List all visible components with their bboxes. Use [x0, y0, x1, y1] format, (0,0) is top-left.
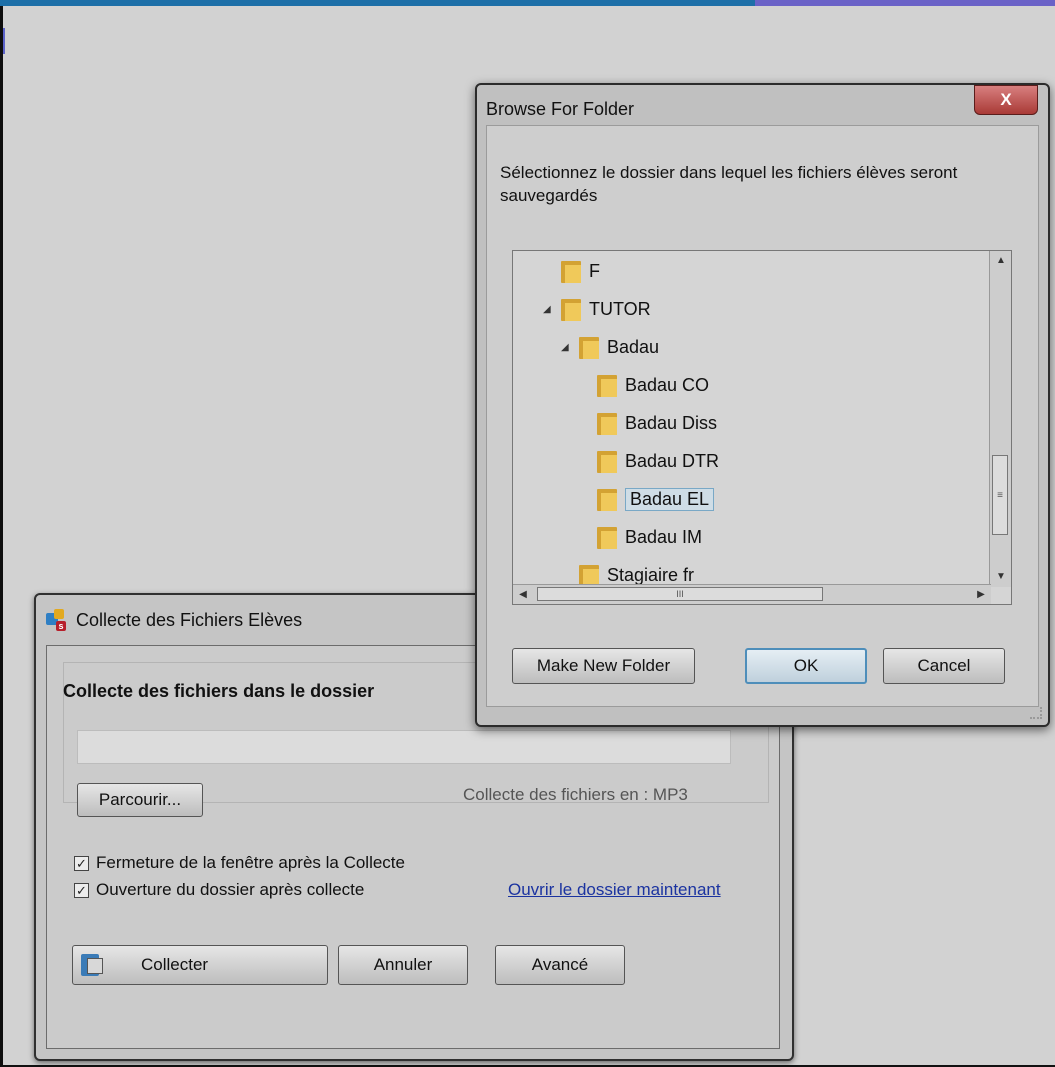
folder-icon — [561, 259, 581, 283]
collect-icon — [79, 952, 105, 978]
app-icon: s — [46, 609, 68, 631]
collecter-button[interactable]: Collecter — [72, 945, 328, 985]
tree-item-label: Badau — [607, 336, 660, 357]
checkbox-icon[interactable]: ✓ — [74, 855, 89, 871]
open-folder-now-link[interactable]: Ouvrir le dossier maintenant — [508, 880, 721, 900]
format-label: Collecte des fichiers en : MP3 — [463, 785, 688, 804]
parcourir-button[interactable]: Parcourir... — [77, 783, 203, 817]
close-after-option[interactable]: ✓ Fermeture de la fenêtre après la Colle… — [74, 853, 405, 873]
tree-item-label: Badau Diss — [625, 412, 718, 433]
hscroll-thumb[interactable]: III — [537, 587, 823, 601]
checkbox-icon[interactable]: ✓ — [74, 882, 89, 898]
tree-item-label: TUTOR — [589, 298, 651, 319]
tree-item-tutor[interactable]: ◢ TUTOR — [543, 297, 651, 321]
tree-item-label: F — [589, 260, 600, 281]
scroll-up-icon[interactable]: ▲ — [990, 251, 1011, 271]
tree-item-label: Badau EL — [625, 487, 715, 511]
collecte-titlebar: s Collecte des Fichiers Elèves — [46, 605, 302, 635]
expand-arrow-icon[interactable]: ◢ — [543, 304, 553, 315]
tree-item-badau-dtr[interactable]: Badau DTR — [579, 449, 719, 473]
browse-for-folder-dialog: Browse For Folder X Sélectionnez le doss… — [475, 83, 1050, 727]
open-folder-option[interactable]: ✓ Ouverture du dossier après collecte — [74, 880, 364, 900]
tree-item-label: Badau IM — [625, 526, 703, 547]
tree-item-badau-diss[interactable]: Badau Diss — [579, 411, 717, 435]
horizontal-scrollbar[interactable]: ◀ III ▶ — [513, 584, 991, 604]
tree-item-f[interactable]: F — [543, 259, 600, 283]
open-folder-label: Ouverture du dossier après collecte — [96, 880, 365, 899]
folder-icon — [597, 411, 617, 435]
tree-item-badau-im[interactable]: Badau IM — [579, 525, 702, 549]
expand-arrow-icon[interactable]: ◢ — [561, 342, 571, 353]
tree-item-label: Badau CO — [625, 374, 710, 395]
collecte-window-title: Collecte des Fichiers Elèves — [76, 609, 303, 630]
folder-tree[interactable]: F ◢ TUTOR ◢ Badau Badau CO Badau Diss Ba… — [512, 250, 1012, 605]
tree-item-label: Stagiaire fr — [607, 564, 695, 585]
dialog-description: Sélectionnez le dossier dans lequel les … — [500, 163, 958, 205]
dialog-title: Browse For Folder — [486, 99, 635, 119]
tree-item-badau-el[interactable]: Badau EL — [579, 487, 715, 511]
tree-item-label: Badau DTR — [625, 450, 720, 471]
scroll-left-icon[interactable]: ◀ — [513, 585, 533, 604]
resize-grip[interactable] — [1030, 707, 1042, 719]
folder-path-input[interactable] — [77, 730, 731, 764]
avance-button[interactable]: Avancé — [495, 945, 625, 985]
scroll-right-icon[interactable]: ▶ — [971, 585, 991, 604]
tree-item-badau[interactable]: ◢ Badau — [561, 335, 659, 359]
close-after-label: Fermeture de la fenêtre après la Collect… — [96, 853, 405, 872]
ok-button[interactable]: OK — [745, 648, 867, 684]
make-new-folder-button[interactable]: Make New Folder — [512, 648, 695, 684]
scroll-thumb[interactable]: ≡ — [992, 455, 1008, 535]
vertical-scrollbar[interactable]: ▲ ≡ ▼ — [989, 251, 1011, 587]
folder-icon — [579, 335, 599, 359]
folder-icon — [597, 525, 617, 549]
scroll-down-icon[interactable]: ▼ — [990, 567, 1011, 587]
folder-icon — [597, 487, 617, 511]
collecter-label: Collecter — [141, 955, 209, 974]
folder-icon — [597, 373, 617, 397]
close-icon[interactable]: X — [974, 85, 1038, 115]
folder-icon — [597, 449, 617, 473]
tree-item-badau-co[interactable]: Badau CO — [579, 373, 709, 397]
annuler-button[interactable]: Annuler — [338, 945, 468, 985]
cancel-button[interactable]: Cancel — [883, 648, 1005, 684]
group-title: Collecte des fichiers dans le dossier — [63, 681, 375, 701]
folder-icon — [561, 297, 581, 321]
